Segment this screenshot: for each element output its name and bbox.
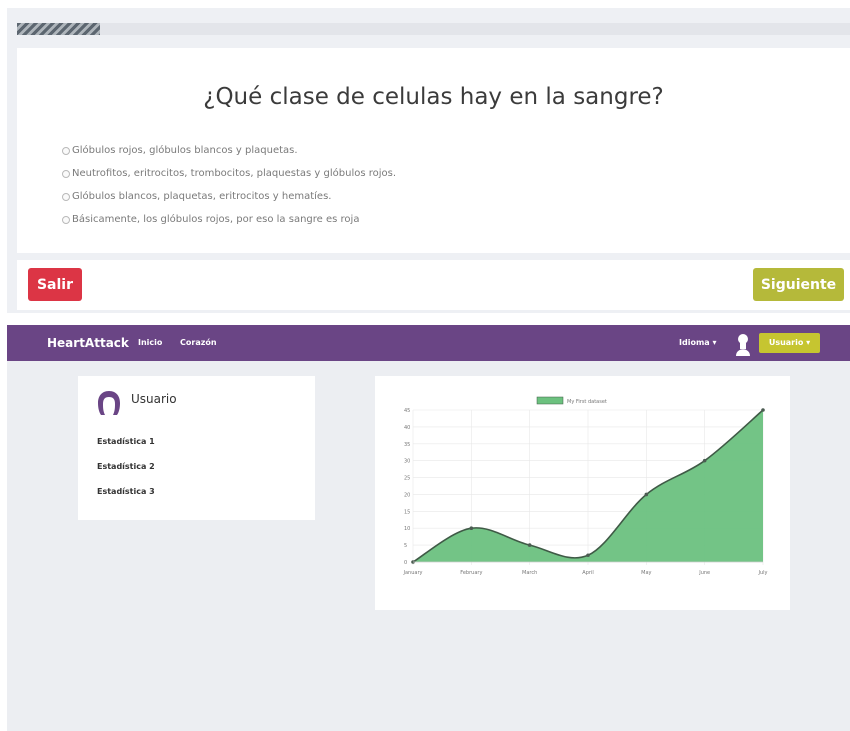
y-tick-label: 25	[404, 476, 410, 482]
y-tick-label: 0	[404, 560, 407, 566]
answer-option-label: Básicamente, los glóbulos rojos, por eso…	[72, 214, 360, 225]
data-point	[702, 458, 707, 463]
x-tick-label: February	[460, 570, 482, 576]
brand-link[interactable]: HeartAttack	[47, 336, 129, 350]
profile-name: Usuario	[131, 392, 177, 406]
y-tick-label: 10	[404, 526, 410, 532]
answer-option-label: Neutrofitos, eritrocitos, trombocitos, p…	[72, 168, 397, 179]
radio-icon[interactable]	[62, 147, 70, 155]
y-tick-label: 35	[404, 442, 410, 448]
navbar: HeartAttack Inicio Corazón Idioma ▾ Usua…	[7, 325, 850, 361]
profile-card: Usuario Estadística 1 Estadística 2 Esta…	[78, 376, 315, 520]
legend-swatch	[536, 396, 564, 405]
y-tick-label: 5	[404, 543, 407, 549]
answer-option-label: Glóbulos blancos, plaquetas, eritrocitos…	[72, 191, 332, 202]
quiz-screen: ¿Qué clase de celulas hay en la sangre? …	[7, 8, 850, 313]
chart-card: 0 5 10 15 20 25 30 35 40 45 January February March Ap…	[375, 376, 790, 610]
area-chart: 0 5 10 15 20 25 30 35 40 45 January February March Ap…	[403, 396, 768, 576]
language-dropdown[interactable]: Idioma ▾	[679, 338, 716, 347]
nav-link-inicio[interactable]: Inicio	[138, 338, 162, 347]
radio-icon[interactable]	[62, 193, 70, 201]
y-tick-label: 20	[404, 492, 410, 498]
avatar-icon[interactable]	[734, 332, 752, 356]
data-point	[469, 526, 474, 531]
answer-option[interactable]: Glóbulos blancos, plaquetas, eritrocitos…	[62, 190, 396, 213]
answer-option-label: Glóbulos rojos, glóbulos blancos y plaqu…	[72, 145, 298, 156]
user-icon	[98, 391, 120, 415]
progress-fill	[17, 23, 101, 35]
stats-list: Estadística 1 Estadística 2 Estadística …	[97, 437, 155, 512]
x-tick-label: May	[641, 570, 651, 576]
x-tick-label: March	[522, 570, 537, 576]
answer-option[interactable]: Neutrofitos, eritrocitos, trombocitos, p…	[62, 167, 396, 190]
progress-bar	[17, 23, 850, 35]
data-point	[527, 543, 532, 547]
x-tick-label: April	[582, 570, 593, 576]
answer-option[interactable]: Básicamente, los glóbulos rojos, por eso…	[62, 213, 396, 236]
stats-link[interactable]: Estadística 1	[97, 437, 155, 462]
x-tick-label: June	[698, 570, 710, 576]
data-point	[644, 492, 649, 497]
answer-option[interactable]: Glóbulos rojos, glóbulos blancos y plaqu…	[62, 144, 396, 167]
action-bar: Salir Siguiente	[17, 260, 850, 310]
answer-options: Glóbulos rojos, glóbulos blancos y plaqu…	[62, 144, 396, 236]
next-button[interactable]: Siguiente	[753, 268, 844, 301]
data-point	[761, 408, 765, 412]
y-tick-label: 30	[404, 459, 410, 465]
data-point	[586, 553, 590, 558]
dashboard-screen: HeartAttack Inicio Corazón Idioma ▾ Usua…	[7, 325, 850, 731]
radio-icon[interactable]	[62, 216, 70, 224]
x-tick-label: January	[403, 570, 423, 576]
question-title: ¿Qué clase de celulas hay en la sangre?	[203, 84, 664, 110]
exit-button[interactable]: Salir	[28, 268, 82, 301]
x-tick-label: July	[758, 570, 768, 576]
y-tick-label: 15	[404, 509, 410, 515]
stats-link[interactable]: Estadística 2	[97, 462, 155, 487]
y-tick-label: 40	[404, 425, 410, 431]
stats-link[interactable]: Estadística 3	[97, 487, 155, 512]
legend-label: My First dataset	[567, 399, 607, 405]
nav-link-corazon[interactable]: Corazón	[180, 338, 217, 347]
user-dropdown[interactable]: Usuario ▾	[759, 333, 820, 353]
y-tick-label: 45	[404, 408, 410, 414]
question-card: ¿Qué clase de celulas hay en la sangre? …	[17, 48, 850, 253]
radio-icon[interactable]	[62, 170, 70, 178]
